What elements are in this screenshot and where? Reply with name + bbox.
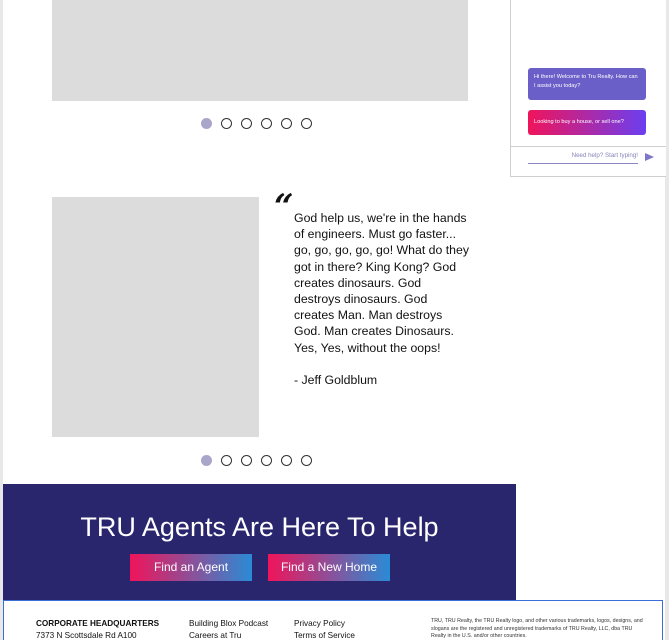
carousel-dot[interactable] [221, 118, 232, 129]
carousel-pagination [201, 118, 312, 129]
quote-mark-icon: “ [274, 187, 294, 227]
carousel-dot[interactable] [261, 118, 272, 129]
testimonial-dot[interactable] [241, 455, 252, 466]
chat-quick-reply-button[interactable]: Looking to buy a house, or sell one? [528, 110, 646, 135]
footer-hq-address: 7373 N Scottsdale Rd A100 [36, 631, 137, 640]
cta-banner: TRU Agents Are Here To Help Find an Agen… [3, 484, 516, 600]
testimonial-dot[interactable] [201, 455, 212, 466]
testimonial-dot[interactable] [221, 455, 232, 466]
chat-input[interactable]: Need help? Start typing! [528, 152, 638, 159]
footer-hq-title: CORPORATE HEADQUARTERS [36, 619, 160, 628]
chat-bot-message: Hi there! Welcome to Tru Realty. How can… [528, 68, 646, 100]
footer-link-podcast[interactable]: Building Blox Podcast [189, 619, 268, 628]
testimonial-dot[interactable] [261, 455, 272, 466]
testimonial-author: - Jeff Goldblum [294, 373, 378, 387]
footer-legal-text: TRU, TRU Realty, the TRU Realty logo, an… [431, 618, 643, 640]
carousel-dot[interactable] [201, 118, 212, 129]
find-home-button[interactable]: Find a New Home [268, 554, 390, 581]
chat-widget: Hi there! Welcome to Tru Realty. How can… [510, 0, 666, 177]
testimonial-quote: God help us, we're in the hands of engin… [294, 211, 473, 355]
send-icon[interactable] [645, 153, 654, 161]
footer-link-careers[interactable]: Careers at Tru [189, 631, 241, 640]
carousel-dot[interactable] [241, 118, 252, 129]
footer: CORPORATE HEADQUARTERS 7373 N Scottsdale… [3, 600, 663, 640]
cta-title: TRU Agents Are Here To Help [80, 512, 439, 542]
testimonial-dot[interactable] [301, 455, 312, 466]
find-agent-button[interactable]: Find an Agent [130, 554, 252, 581]
chat-divider [511, 146, 666, 147]
chat-input-underline [528, 163, 638, 164]
testimonial-dot[interactable] [281, 455, 292, 466]
footer-link-privacy[interactable]: Privacy Policy [294, 619, 345, 628]
testimonial-pagination [201, 455, 312, 466]
carousel-dot[interactable] [281, 118, 292, 129]
carousel-image-placeholder [52, 0, 468, 101]
carousel-dot[interactable] [301, 118, 312, 129]
footer-link-terms[interactable]: Terms of Service [294, 631, 355, 640]
testimonial-image-placeholder [52, 197, 259, 437]
